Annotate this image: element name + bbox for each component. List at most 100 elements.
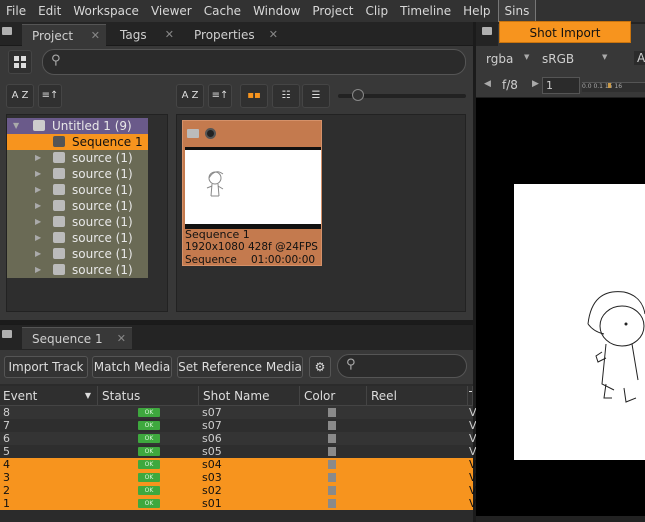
menu-project[interactable]: Project — [306, 0, 359, 22]
project-search-input[interactable]: ⚲ — [42, 49, 466, 75]
tree-sequence-item[interactable]: Sequence 1 — [7, 134, 148, 150]
thumbnail-view-icon[interactable]: ▪▪ — [240, 84, 268, 108]
menu-clip[interactable]: Clip — [359, 0, 394, 22]
tree-source-item[interactable]: ▶ source (1) — [7, 166, 148, 182]
col-t[interactable]: T — [469, 386, 473, 406]
gain-value: 1 — [546, 79, 553, 92]
channels-select[interactable]: rgba — [486, 52, 513, 66]
close-icon[interactable]: ✕ — [269, 24, 278, 46]
grid-view-icon[interactable] — [8, 50, 32, 74]
panel-grip-icon[interactable] — [0, 327, 14, 347]
next-fstop-icon[interactable]: ▶ — [532, 79, 539, 89]
match-media-button[interactable]: Match Media — [92, 356, 172, 378]
tab-project-label: Project — [32, 29, 74, 43]
tab-project[interactable]: Project ✕ — [22, 24, 106, 46]
menu-viewer[interactable]: Viewer — [145, 0, 198, 22]
list-view-icon[interactable]: ☰ — [302, 84, 330, 108]
tab-properties[interactable]: Properties ✕ — [184, 24, 284, 46]
panel-grip-icon[interactable] — [0, 24, 14, 44]
shot-import-menu-item[interactable]: Shot Import — [499, 21, 631, 43]
tree-source-item[interactable]: ▶ source (1) — [7, 182, 148, 198]
shot-name-cell: s05 — [202, 445, 222, 458]
bin-sort-az-button[interactable]: A Z — [176, 84, 204, 108]
table-row[interactable]: 5 OK s05 V — [0, 445, 477, 458]
status-badge: OK — [138, 408, 160, 417]
expand-down-icon[interactable]: ▼ — [13, 118, 19, 134]
sequence-search-input[interactable]: ⚲ — [337, 354, 467, 378]
menu-file[interactable]: File — [0, 0, 32, 22]
col-status[interactable]: Status — [99, 386, 199, 406]
set-reference-media-button[interactable]: Set Reference Media — [177, 356, 303, 378]
viewer-scrollbar[interactable] — [476, 516, 645, 522]
tree-source-item[interactable]: ▶ source (1) — [7, 198, 148, 214]
close-icon[interactable]: ✕ — [117, 328, 126, 350]
tree-source-item[interactable]: ▶ source (1) — [7, 262, 148, 278]
tab-tags[interactable]: Tags ✕ — [110, 24, 180, 46]
thumbnail-size-slider[interactable] — [338, 89, 466, 101]
expand-right-icon[interactable]: ▶ — [35, 166, 41, 182]
color-swatch[interactable] — [328, 460, 336, 469]
ruler-marker[interactable] — [608, 83, 611, 88]
expand-right-icon[interactable]: ▶ — [35, 198, 41, 214]
color-swatch[interactable] — [328, 434, 336, 443]
menu-help[interactable]: Help — [457, 0, 496, 22]
col-reel[interactable]: Reel — [368, 386, 468, 406]
col-shot-name[interactable]: Shot Name — [200, 386, 300, 406]
tree-project-item[interactable]: ▼ Untitled 1 (9) — [7, 118, 148, 134]
tab-sequence[interactable]: Sequence 1 ✕ — [22, 327, 132, 349]
expand-right-icon[interactable]: ▶ — [35, 262, 41, 278]
panel-grip-icon[interactable] — [480, 24, 494, 44]
event-cell: 7 — [3, 419, 10, 432]
color-swatch[interactable] — [328, 486, 336, 495]
menu-edit[interactable]: Edit — [32, 0, 67, 22]
expand-right-icon[interactable]: ▶ — [35, 150, 41, 166]
import-track-button[interactable]: Import Track — [4, 356, 88, 378]
table-row[interactable]: 6 OK s06 V — [0, 432, 477, 445]
bin-sort-order-icon[interactable]: ≡↑ — [208, 84, 232, 108]
gain-ruler[interactable]: 0.0 0.1 15 16 — [582, 82, 645, 92]
col-color[interactable]: Color — [301, 386, 367, 406]
list-thumb-view-icon[interactable]: ☷ — [272, 84, 300, 108]
table-row[interactable]: 4 OK s04 V — [0, 458, 477, 471]
gain-ruler-labels: 0.0 0.1 15 16 — [582, 83, 623, 90]
menu-workspace[interactable]: Workspace — [67, 0, 145, 22]
expand-right-icon[interactable]: ▶ — [35, 246, 41, 262]
compare-select[interactable]: A — [634, 51, 645, 65]
prev-fstop-icon[interactable]: ◀ — [484, 79, 491, 89]
sequence-thumbnail-card[interactable]: Sequence 1 1920x1080 428f @24FPS Sequenc… — [182, 120, 322, 266]
gear-icon[interactable]: ⚙ — [309, 356, 331, 378]
col-event[interactable]: Event ▼ — [0, 386, 98, 406]
expand-right-icon[interactable]: ▶ — [35, 230, 41, 246]
tree-source-item[interactable]: ▶ source (1) — [7, 246, 148, 262]
menu-sins[interactable]: Sins — [497, 0, 537, 23]
tree-source-item[interactable]: ▶ source (1) — [7, 230, 148, 246]
color-swatch[interactable] — [328, 447, 336, 456]
colorspace-select[interactable]: sRGB — [542, 52, 574, 66]
character-sketch-icon — [206, 171, 224, 197]
table-row[interactable]: 7 OK s07 V — [0, 419, 477, 432]
gain-input[interactable]: 1 — [542, 77, 580, 94]
close-icon[interactable]: ✕ — [91, 25, 100, 47]
table-row[interactable]: 8 OK s07 V — [0, 406, 477, 419]
close-icon[interactable]: ✕ — [165, 24, 174, 46]
sort-order-icon[interactable]: ≡↑ — [38, 84, 62, 108]
color-swatch[interactable] — [328, 408, 336, 417]
expand-right-icon[interactable]: ▶ — [35, 182, 41, 198]
color-swatch[interactable] — [328, 473, 336, 482]
menu-cache[interactable]: Cache — [198, 0, 247, 22]
menu-timeline[interactable]: Timeline — [394, 0, 457, 22]
table-row[interactable]: 1 OK s01 V — [0, 497, 477, 510]
slider-handle[interactable] — [352, 89, 364, 101]
table-row[interactable]: 3 OK s03 V — [0, 471, 477, 484]
tree-source-item[interactable]: ▶ source (1) — [7, 150, 148, 166]
color-swatch[interactable] — [328, 421, 336, 430]
tree-source-item[interactable]: ▶ source (1) — [7, 214, 148, 230]
menu-window[interactable]: Window — [247, 0, 306, 22]
fstop-label[interactable]: f/8 — [502, 78, 518, 92]
table-row[interactable]: 2 OK s02 V — [0, 484, 477, 497]
project-name: Untitled 1 (9) — [52, 119, 132, 133]
viewer-canvas[interactable] — [476, 98, 645, 522]
expand-right-icon[interactable]: ▶ — [35, 214, 41, 230]
color-swatch[interactable] — [328, 499, 336, 508]
sort-az-button[interactable]: A Z — [6, 84, 34, 108]
